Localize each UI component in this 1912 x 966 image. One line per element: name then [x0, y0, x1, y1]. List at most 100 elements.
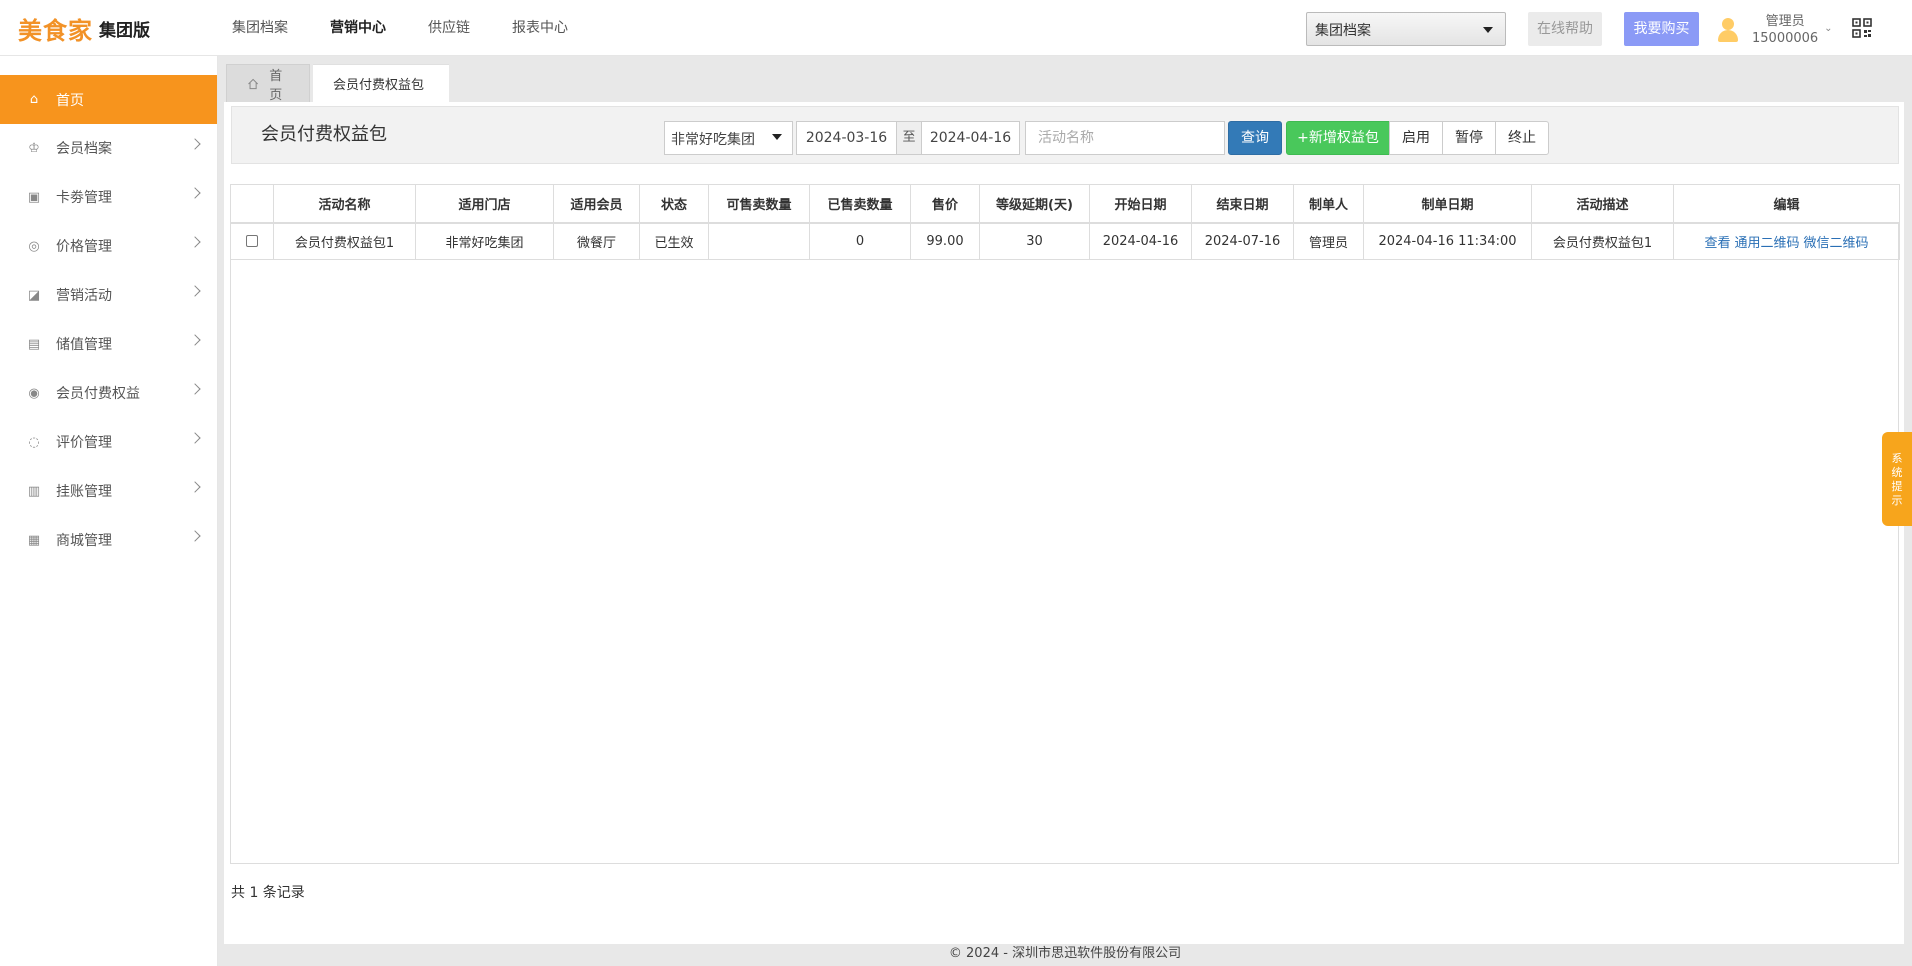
sidebar-item-label: 商城管理: [56, 533, 112, 549]
store-select-value: 非常好吃集团: [671, 132, 755, 148]
nav-group-archive[interactable]: 集团档案: [232, 0, 288, 56]
sidebar-item-label: 评价管理: [56, 435, 112, 451]
table-row: 会员付费权益包1 非常好吃集团 微餐厅 已生效 0 99.00 30 2024-…: [230, 222, 1900, 260]
caret-down-icon: [772, 134, 782, 140]
home-icon: [248, 78, 259, 89]
chevron-right-icon: [189, 481, 201, 493]
general-qrcode-link[interactable]: 通用二维码: [1734, 236, 1799, 251]
card-icon: ▣: [27, 189, 41, 205]
column-header: 已售卖数量: [809, 184, 911, 223]
column-header: 适用会员: [553, 184, 640, 223]
nav-marketing-center[interactable]: 营销中心: [330, 0, 386, 56]
chevron-down-icon: ⌄: [1824, 22, 1833, 34]
wallet-icon: ▤: [27, 336, 41, 352]
user-info: 管理员 15000006: [1752, 13, 1818, 47]
chevron-right-icon: [189, 236, 201, 248]
wechat-qrcode-link[interactable]: 微信二维码: [1804, 236, 1869, 251]
sidebar-item-label: 会员付费权益: [56, 386, 140, 402]
sidebar-item-label: 会员档案: [56, 141, 112, 157]
sidebar-item-price[interactable]: ◎ 价格管理: [0, 222, 217, 270]
user-menu[interactable]: 管理员 15000006 ⌄: [1716, 10, 1833, 50]
tab-current-label: 会员付费权益包: [333, 78, 425, 93]
stop-button[interactable]: 终止: [1495, 121, 1549, 155]
column-header: 活动描述: [1531, 184, 1674, 223]
column-header: 活动名称: [273, 184, 416, 223]
column-header: 售价: [910, 184, 980, 223]
cell-price: 99.00: [910, 222, 980, 260]
cell-created-at: 2024-04-16 11:34:00: [1363, 222, 1532, 260]
start-date-input[interactable]: 2024-03-16: [796, 121, 897, 155]
pause-button[interactable]: 暂停: [1442, 121, 1496, 155]
vip-icon: ◉: [28, 385, 40, 401]
column-header: 可售卖数量: [708, 184, 810, 223]
store-select[interactable]: 非常好吃集团: [664, 121, 793, 155]
sidebar-item-stored-value[interactable]: ▤ 储值管理: [0, 320, 217, 368]
cell-sellable: [708, 222, 810, 260]
top-nav: 集团档案 营销中心 供应链 报表中心: [232, 0, 610, 56]
row-checkbox[interactable]: [246, 235, 258, 248]
edition-label: 集团版: [99, 20, 150, 41]
chevron-right-icon: [189, 383, 201, 395]
chevron-right-icon: [189, 334, 201, 346]
logo[interactable]: 美食家 集团版: [18, 12, 150, 45]
sidebar-item-mall[interactable]: ▦ 商城管理: [0, 516, 217, 564]
sidebar-item-label: 储值管理: [56, 337, 112, 353]
add-benefit-pack-button[interactable]: +新增权益包: [1286, 121, 1390, 155]
group-select[interactable]: 集团档案: [1306, 12, 1506, 46]
nav-report-center[interactable]: 报表中心: [512, 0, 568, 56]
footer-copyright: © 2024 - 深圳市思迅软件股份有限公司: [218, 944, 1912, 966]
cell-status: 已生效: [639, 222, 709, 260]
cell-actions: 查看 通用二维码 微信二维码: [1673, 222, 1900, 260]
sidebar-item-home[interactable]: ⌂ 首页: [0, 75, 217, 124]
sidebar-item-card-coupon[interactable]: ▣ 卡劵管理: [0, 173, 217, 221]
cell-start-date: 2024-04-16: [1089, 222, 1192, 260]
page-title: 会员付费权益包: [261, 124, 387, 145]
buy-button[interactable]: 我要购买: [1624, 12, 1699, 46]
query-button[interactable]: 查询: [1228, 121, 1282, 155]
cell-store: 非常好吃集团: [415, 222, 554, 260]
avatar-icon: [1716, 16, 1740, 44]
chevron-right-icon: [189, 138, 201, 150]
column-header: 开始日期: [1089, 184, 1192, 223]
sidebar-item-label: 卡劵管理: [56, 190, 112, 206]
column-header: 等级延期(天): [979, 184, 1090, 223]
view-link[interactable]: 查看: [1704, 236, 1730, 251]
sidebar-item-credit-account[interactable]: ▥ 挂账管理: [0, 467, 217, 515]
system-tip-tab[interactable]: 系统提示: [1882, 432, 1912, 526]
column-header: 状态: [639, 184, 709, 223]
chevron-right-icon: [189, 285, 201, 297]
data-grid: [230, 184, 1899, 864]
sidebar-item-label: 挂账管理: [56, 484, 112, 500]
sidebar-item-label: 营销活动: [56, 288, 112, 304]
cell-member: 微餐厅: [553, 222, 640, 260]
column-header: 结束日期: [1191, 184, 1294, 223]
activity-name-input[interactable]: [1025, 121, 1225, 155]
chevron-right-icon: [189, 530, 201, 542]
tab-home[interactable]: 首页: [226, 64, 310, 103]
cell-creator: 管理员: [1293, 222, 1364, 260]
chart-icon: ◪: [27, 287, 41, 303]
crown-icon: ♔: [28, 140, 40, 156]
sidebar: ⌂ 首页 ♔ 会员档案 ▣ 卡劵管理 ◎ 价格管理 ◪ 营销活动 ▤ 储值管理 …: [0, 56, 218, 966]
sidebar-item-reviews[interactable]: ◌ 评价管理: [0, 418, 217, 466]
chevron-right-icon: [189, 187, 201, 199]
cell-description: 会员付费权益包1: [1531, 222, 1674, 260]
enable-button[interactable]: 启用: [1389, 121, 1443, 155]
tab-paid-benefit-pack[interactable]: 会员付费权益包: [313, 64, 449, 102]
chevron-right-icon: [189, 432, 201, 444]
system-tip-label: 系统提示: [1891, 452, 1903, 507]
qrcode-icon[interactable]: [1852, 18, 1872, 38]
user-id: 15000006: [1752, 31, 1819, 46]
caret-down-icon: [1483, 27, 1493, 33]
record-count: 共 1 条记录: [231, 885, 305, 901]
nav-supply-chain[interactable]: 供应链: [428, 0, 470, 56]
brand-name: 美食家: [18, 16, 93, 45]
column-header: 制单日期: [1363, 184, 1532, 223]
sidebar-item-marketing[interactable]: ◪ 营销活动: [0, 271, 217, 319]
end-date-input[interactable]: 2024-04-16: [921, 121, 1020, 155]
sidebar-item-paid-benefits[interactable]: ◉ 会员付费权益: [0, 369, 217, 417]
online-help-button[interactable]: 在线帮助: [1528, 12, 1602, 46]
cell-end-date: 2024-07-16: [1191, 222, 1294, 260]
ledger-icon: ▥: [27, 483, 41, 499]
sidebar-item-member-archive[interactable]: ♔ 会员档案: [0, 124, 217, 172]
